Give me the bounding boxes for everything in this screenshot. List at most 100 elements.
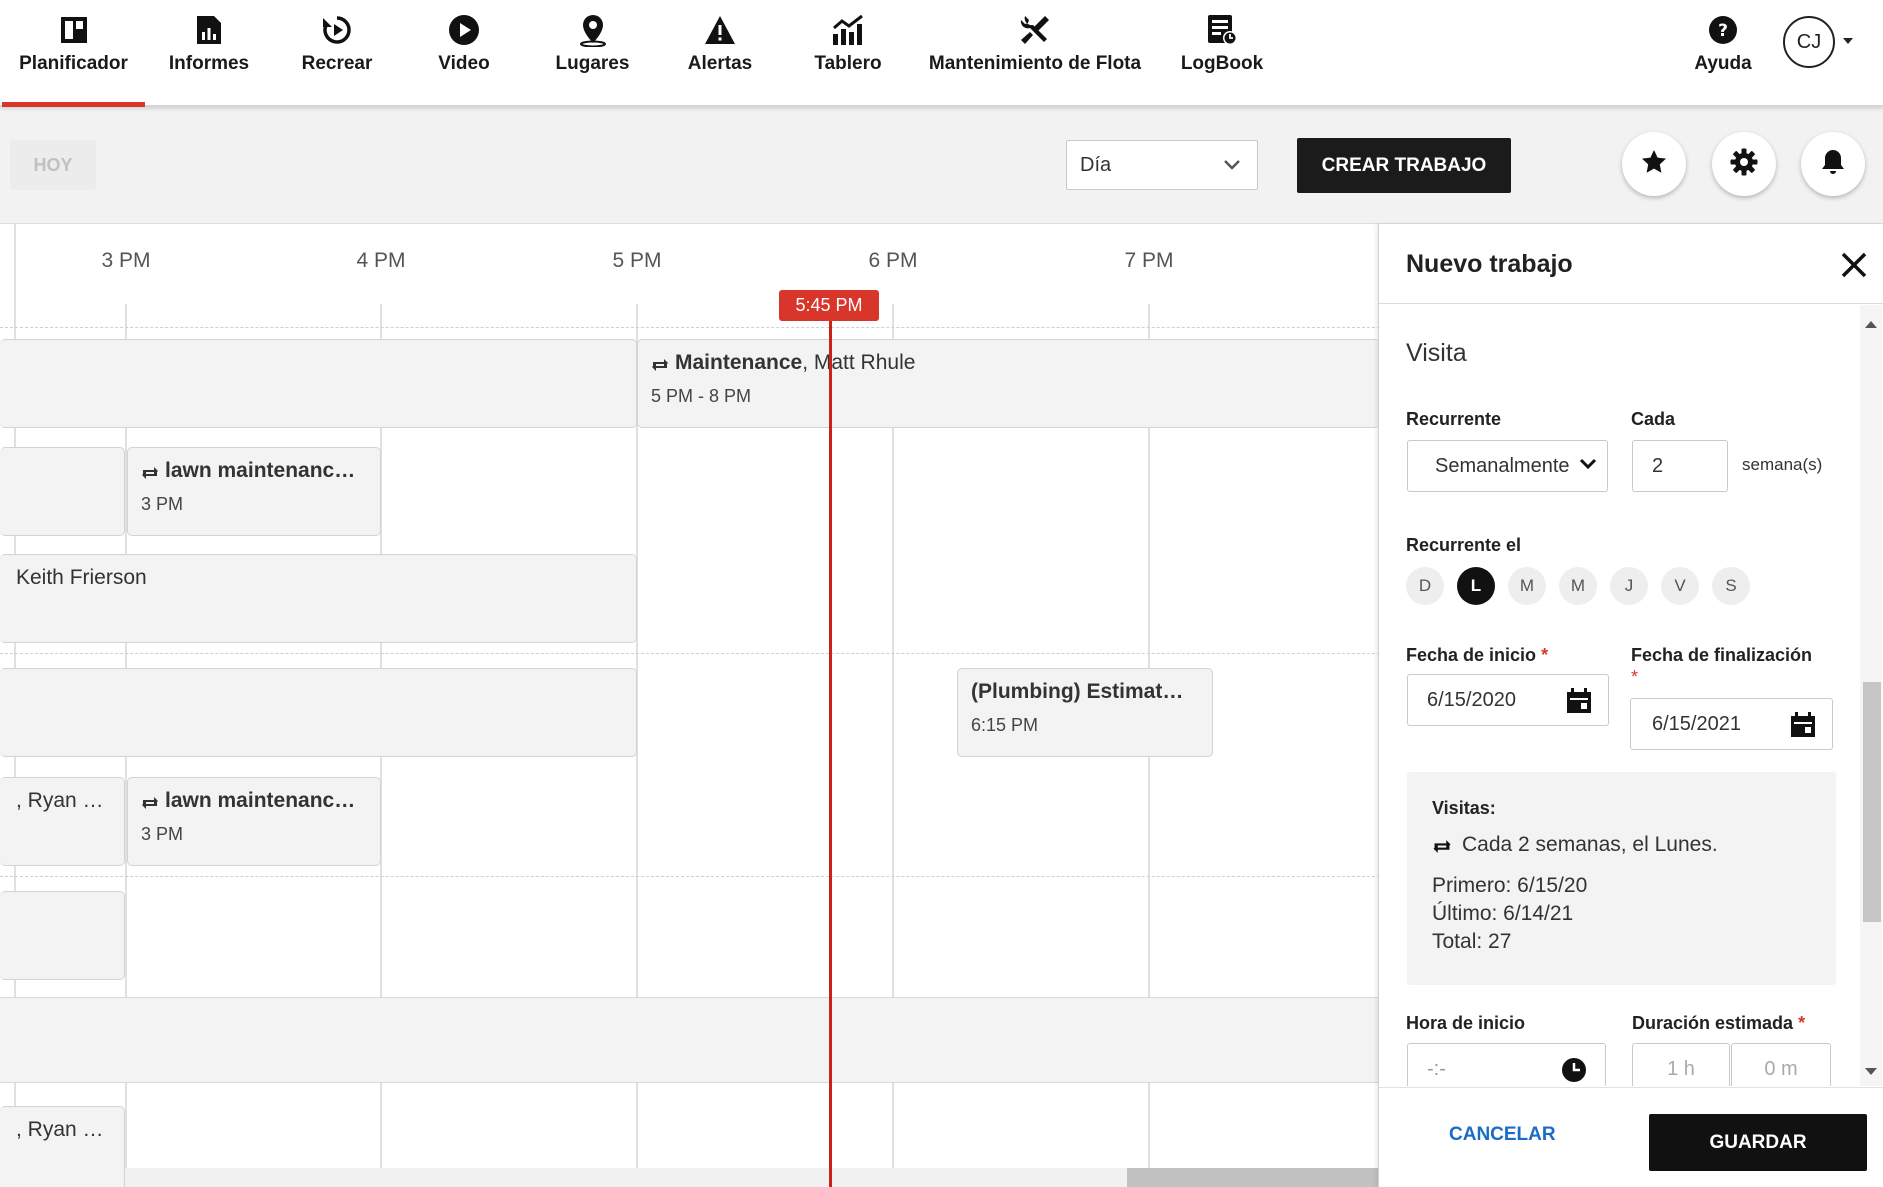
nav-places[interactable]: Lugares — [546, 0, 639, 107]
panel-body: Visita Recurrente Semanalmente Cada 2 se… — [1379, 305, 1883, 1086]
event-ryan[interactable]: , Ryan … — [0, 1106, 125, 1187]
nav-label: LogBook — [1180, 53, 1264, 74]
visits-recurrence-summary: Cada 2 semanas, el Lunes. — [1432, 833, 1718, 857]
create-job-button[interactable]: CREAR TRABAJO — [1297, 138, 1511, 193]
nav-fleet-maintenance[interactable]: Mantenimiento de Flota — [925, 0, 1145, 107]
event-time: 3 PM — [141, 494, 184, 514]
nav-help[interactable]: ? Ayuda — [1683, 0, 1763, 107]
view-select[interactable]: Día — [1066, 140, 1258, 190]
nav-label: Tablero — [814, 53, 882, 74]
recurrence-select[interactable]: Semanalmente — [1407, 440, 1608, 492]
day-toggle-saturday[interactable]: S — [1712, 567, 1750, 605]
warning-icon — [703, 13, 737, 47]
top-navigation: Planificador Informes Recrear Video Luga… — [0, 0, 1883, 107]
close-icon[interactable] — [1839, 250, 1869, 280]
end-date-label: Fecha de finalización — [1631, 645, 1813, 665]
end-date-value: 6/15/2021 — [1652, 712, 1741, 735]
recurrence-select-value: Semanalmente — [1435, 454, 1570, 477]
today-button[interactable]: HOY — [10, 140, 96, 190]
event-assignee: Keith Frierson — [16, 566, 147, 589]
duration-minutes-input[interactable]: 0 m — [1731, 1043, 1831, 1086]
hour-label-4pm: 4 PM — [356, 249, 406, 272]
recurs-on-label: Recurrente el — [1406, 535, 1522, 555]
event-ryan[interactable]: , Ryan … — [0, 777, 125, 866]
event-block[interactable] — [0, 668, 637, 757]
nav-label: Alertas — [687, 53, 753, 74]
horizontal-scrollbar-thumb[interactable] — [1127, 1168, 1380, 1187]
duration-hours-input[interactable]: 1 h — [1632, 1043, 1730, 1086]
dashboard-chart-icon — [831, 13, 865, 47]
start-time-input[interactable]: -:- — [1407, 1043, 1606, 1086]
play-icon — [447, 13, 481, 47]
nav-alerts[interactable]: Alertas — [675, 0, 765, 107]
nav-dashboard[interactable]: Tablero — [808, 0, 888, 107]
day-toggle-wednesday[interactable]: M — [1559, 567, 1597, 605]
empty-row-band — [0, 997, 1380, 1083]
save-button[interactable]: GUARDAR — [1649, 1114, 1867, 1171]
nav-label: Video — [438, 53, 490, 74]
repeat-icon — [141, 793, 159, 809]
chevron-down-icon — [1223, 156, 1241, 180]
row-divider — [0, 653, 1380, 654]
nav-reports[interactable]: Informes — [159, 0, 259, 107]
chevron-down-icon — [1579, 455, 1597, 478]
avatar-caret-down-icon[interactable] — [1843, 38, 1853, 44]
start-date-input[interactable]: 6/15/2020 — [1407, 674, 1609, 726]
end-date-input[interactable]: 6/15/2021 — [1630, 698, 1833, 750]
schedule-grid: 3 PM 4 PM 5 PM 6 PM 7 PM Maintenance, Ma… — [0, 224, 1380, 1187]
help-icon: ? — [1706, 13, 1740, 47]
panel-header: Nuevo trabajo — [1379, 224, 1883, 304]
nav-planner[interactable]: Planificador — [2, 0, 145, 107]
event-assignee: , Ryan … — [16, 789, 104, 812]
visits-last: Último: 6/14/21 — [1432, 902, 1574, 925]
event-plumbing-estimate[interactable]: (Plumbing) Estimat… 6:15 PM — [957, 668, 1213, 757]
scroll-up-arrow-icon[interactable] — [1865, 321, 1877, 328]
scheduler-toolbar: HOY Día CREAR TRABAJO — [0, 107, 1883, 224]
hour-label-3pm: 3 PM — [101, 249, 151, 272]
nav-video[interactable]: Video — [424, 0, 504, 107]
scroll-down-arrow-icon[interactable] — [1865, 1068, 1877, 1075]
every-input[interactable]: 2 — [1632, 440, 1728, 492]
notifications-button[interactable] — [1801, 132, 1865, 196]
panel-scrollbar-thumb[interactable] — [1863, 682, 1881, 922]
cancel-button[interactable]: CANCELAR — [1449, 1124, 1556, 1146]
day-toggle-sunday[interactable]: D — [1406, 567, 1444, 605]
every-label: Cada — [1631, 409, 1676, 429]
event-block[interactable] — [0, 447, 125, 536]
day-toggle-thursday[interactable]: J — [1610, 567, 1648, 605]
repeat-icon — [141, 463, 159, 479]
calendar-icon — [1790, 712, 1816, 744]
nav-label: Planificador — [19, 53, 128, 74]
event-block[interactable] — [0, 891, 125, 980]
help-label: Ayuda — [1694, 53, 1752, 74]
nav-logbook[interactable]: LogBook — [1176, 0, 1268, 107]
nav-label: Informes — [168, 53, 250, 74]
event-title: Maintenance — [675, 351, 803, 374]
bell-icon — [1820, 148, 1846, 181]
visits-summary-text: Cada 2 semanas, el Lunes. — [1462, 833, 1718, 856]
day-toggle-monday[interactable]: L — [1457, 567, 1495, 605]
event-maintenance[interactable]: Maintenance, Matt Rhule 5 PM - 8 PM — [637, 339, 1380, 428]
event-title: lawn maintenanc… — [165, 789, 356, 812]
nav-label: Mantenimiento de Flota — [928, 53, 1142, 74]
settings-button[interactable] — [1712, 132, 1776, 196]
panel-footer: CANCELAR GUARDAR — [1379, 1087, 1883, 1187]
start-date-label: Fecha de inicio * — [1406, 645, 1549, 665]
nav-label: Recrear — [301, 53, 373, 74]
event-block[interactable] — [0, 339, 637, 428]
user-avatar[interactable]: CJ — [1783, 16, 1835, 68]
event-lawn-maintenance[interactable]: lawn maintenanc… 3 PM — [127, 777, 381, 866]
recurrence-label: Recurrente — [1406, 409, 1502, 429]
event-keith-frierson[interactable]: Keith Frierson — [0, 554, 637, 643]
nav-replay[interactable]: Recrear — [289, 0, 385, 107]
current-time-badge: 5:45 PM — [779, 290, 879, 321]
repeat-icon — [651, 355, 669, 371]
hour-label-5pm: 5 PM — [612, 249, 662, 272]
event-title: (Plumbing) Estimat… — [971, 680, 1184, 703]
event-title: lawn maintenanc… — [165, 459, 356, 482]
day-toggle-tuesday[interactable]: M — [1508, 567, 1546, 605]
event-lawn-maintenance[interactable]: lawn maintenanc… 3 PM — [127, 447, 381, 536]
day-toggle-friday[interactable]: V — [1661, 567, 1699, 605]
favorites-button[interactable] — [1622, 132, 1686, 196]
required-asterisk: * — [1541, 645, 1549, 665]
